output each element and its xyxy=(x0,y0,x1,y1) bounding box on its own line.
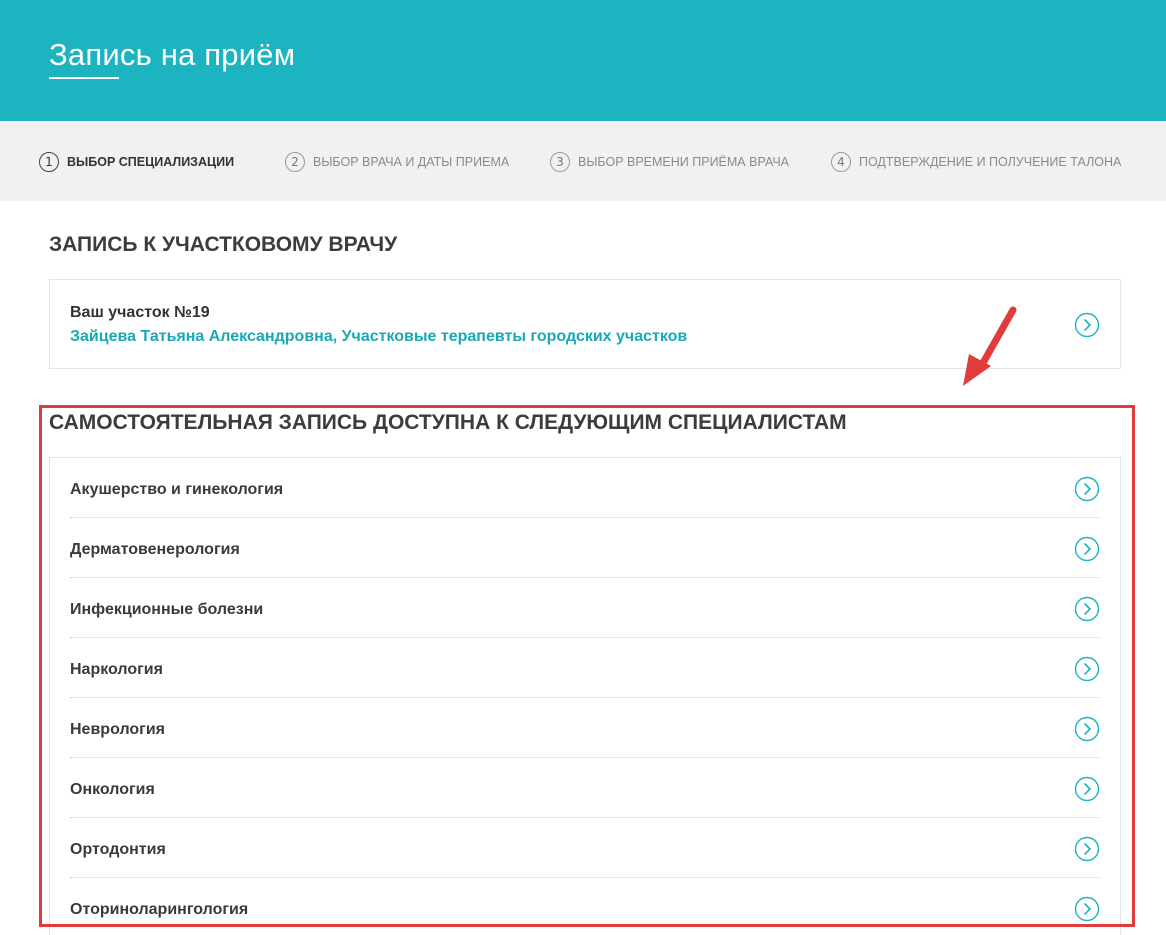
step-3[interactable]: 3 Выбор времени приёма врача xyxy=(550,152,789,172)
step-2[interactable]: 2 Выбор врача и даты приема xyxy=(285,152,509,172)
step-label: Выбор специализации xyxy=(67,155,235,169)
district-number: Ваш участок №19 xyxy=(70,304,210,321)
step-label: Выбор времени приёма врача xyxy=(578,155,789,169)
step-number: 3 xyxy=(550,152,570,172)
district-doctor-link[interactable]: Зайцева Татьяна Александровна, Участковы… xyxy=(70,328,687,346)
red-arrow-icon xyxy=(963,306,1017,386)
step-1[interactable]: 1 Выбор специализации xyxy=(39,152,234,172)
step-number: 4 xyxy=(831,152,851,172)
page-title: Запись на приём xyxy=(49,37,296,72)
step-label: Подтверждение и получение талона xyxy=(859,155,1122,169)
page-header: Запись на приём xyxy=(0,0,1166,121)
booking-steps: 1 Выбор специализации 2 Выбор врача и да… xyxy=(0,121,1166,201)
chevron-right-circle-icon[interactable] xyxy=(1074,312,1100,338)
step-number: 1 xyxy=(39,152,59,172)
step-4[interactable]: 4 Подтверждение и получение талона xyxy=(831,152,1121,172)
title-underline xyxy=(49,77,119,79)
step-number: 2 xyxy=(285,152,305,172)
highlight-frame xyxy=(39,405,1135,927)
district-section-title: Запись к участковому врачу xyxy=(49,233,398,256)
step-label: Выбор врача и даты приема xyxy=(313,155,510,169)
